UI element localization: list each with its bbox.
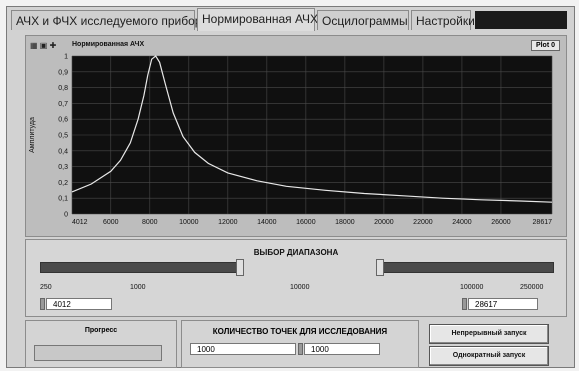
y-tick-label: 0,7: [58, 101, 68, 108]
points-count-label: КОЛИЧЕСТВО ТОЧЕК ДЛЯ ИССЛЕДОВАНИЯ: [212, 327, 388, 336]
graph-panel: ▦ ▣ ✚ Нормированная АЧХ Plot 0 0 0,1 0,2 0,…: [25, 35, 567, 237]
min-frequency-input[interactable]: 4012: [46, 298, 112, 310]
scale-label-1000: 1000: [130, 284, 146, 291]
x-tick-label: 26000: [491, 219, 511, 226]
single-run-button[interactable]: Однократный запуск: [429, 346, 549, 366]
progress-panel: Прогресс: [25, 320, 177, 368]
range-selection-panel: ВЫБОР ДИАПАЗОНА 250 1000 10000 100000 25…: [25, 239, 567, 317]
y-tick-label: 0,1: [58, 196, 68, 203]
scale-label-100000: 100000: [460, 284, 484, 291]
max-slider-handle[interactable]: [376, 259, 384, 276]
scale-label-250: 250: [40, 284, 52, 291]
tab-afc-pfc[interactable]: АЧХ и ФЧХ исследуемого прибора: [11, 10, 208, 30]
points-count-value[interactable]: 1000: [304, 343, 380, 355]
continuous-run-button[interactable]: Непрерывный запуск: [429, 324, 549, 344]
x-tick-labels: 4012 6000 8000 10000 12000 14000 16000 18000 200…: [72, 219, 552, 226]
y-tick-label: 0,8: [58, 85, 68, 92]
x-tick-label: 10000: [179, 219, 199, 226]
tab-bar: АЧХ и ФЧХ исследуемого прибора Нормирова…: [7, 7, 574, 31]
x-tick-label: 16000: [296, 219, 316, 226]
y-tick-label: 0: [64, 212, 68, 219]
x-tick-label: 12000: [218, 219, 238, 226]
y-tick-label: 0,4: [58, 148, 68, 155]
tab-normalized-afc[interactable]: Нормированная АЧХ: [197, 8, 318, 31]
y-tick-labels: 0 0,1 0,2 0,3 0,4 0,5 0,6 0,7 0,8 0,9 1: [58, 54, 68, 219]
x-tick-label: 18000: [335, 219, 355, 226]
max-frequency-input[interactable]: 28617: [468, 298, 538, 310]
min-value-increment[interactable]: [40, 298, 45, 310]
x-tick-label: 8000: [142, 219, 158, 226]
points-count-panel: КОЛИЧЕСТВО ТОЧЕК ДЛЯ ИССЛЕДОВАНИЯ 1000 1…: [181, 320, 419, 368]
points-select-arrow[interactable]: [298, 343, 303, 355]
points-count-select[interactable]: 1000: [190, 343, 296, 355]
status-indicator: [475, 11, 567, 29]
min-frequency-slider[interactable]: [40, 262, 242, 273]
scale-label-250000: 250000: [520, 284, 544, 291]
progress-bar: [34, 345, 162, 361]
progress-label: Прогресс: [84, 327, 118, 334]
range-title: ВЫБОР ДИАПАЗОНА: [253, 248, 339, 257]
y-tick-label: 0,3: [58, 164, 68, 171]
max-value-increment[interactable]: [462, 298, 467, 310]
x-tick-label: 24000: [452, 219, 472, 226]
tab-settings[interactable]: Настройки: [411, 10, 475, 30]
x-tick-label: 20000: [374, 219, 394, 226]
afc-chart: 0 0,1 0,2 0,3 0,4 0,5 0,6 0,7 0,8 0,9 1 4012 6000 80…: [29, 54, 553, 226]
x-tick-label: 4012: [72, 219, 88, 226]
max-frequency-slider[interactable]: [382, 262, 554, 273]
x-tick-label: 28617: [533, 219, 553, 226]
tab-oscillograms[interactable]: Осцилограммы: [317, 10, 409, 30]
y-tick-label: 1: [64, 54, 68, 61]
y-tick-label: 0,6: [58, 117, 68, 124]
y-tick-label: 0,2: [58, 180, 68, 187]
y-axis-label: Амплитуда: [29, 117, 36, 153]
run-buttons-panel: Непрерывный запуск Однократный запуск: [423, 320, 565, 366]
y-tick-label: 0,9: [58, 69, 68, 76]
x-tick-label: 14000: [257, 219, 277, 226]
main-window: АЧХ и ФЧХ исследуемого прибора Нормирова…: [6, 6, 575, 368]
scale-label-10000: 10000: [290, 284, 310, 291]
min-slider-handle[interactable]: [236, 259, 244, 276]
x-tick-label: 6000: [103, 219, 119, 226]
y-tick-label: 0,5: [58, 133, 68, 140]
x-tick-label: 22000: [413, 219, 433, 226]
